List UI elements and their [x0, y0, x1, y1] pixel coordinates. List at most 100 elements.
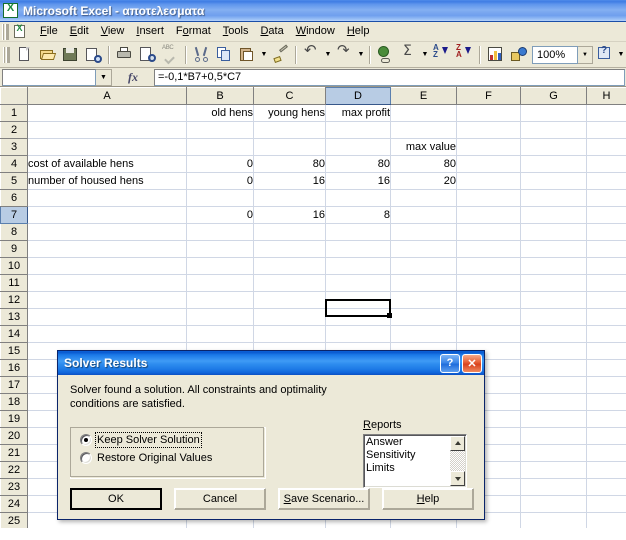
- cell-F14[interactable]: [456, 325, 521, 343]
- row-header-17[interactable]: 17: [0, 376, 28, 394]
- cell-F4[interactable]: [456, 155, 521, 173]
- cell-G18[interactable]: [520, 393, 587, 411]
- cell-F9[interactable]: [456, 240, 521, 258]
- zoom-dropdown-arrow[interactable]: ▼: [578, 45, 593, 64]
- cell-D6[interactable]: [325, 189, 391, 207]
- cell-F3[interactable]: [456, 138, 521, 156]
- paste-dropdown-arrow[interactable]: ▼: [259, 44, 269, 66]
- row-header-4[interactable]: 4: [0, 155, 28, 173]
- cell-A1[interactable]: [27, 104, 187, 122]
- cell-B9[interactable]: [186, 240, 254, 258]
- cell-A9[interactable]: [27, 240, 187, 258]
- cell-D4[interactable]: 80: [325, 155, 391, 173]
- cell-H20[interactable]: [586, 427, 626, 445]
- new-button[interactable]: [13, 44, 36, 66]
- cell-C4[interactable]: 80: [253, 155, 326, 173]
- hyperlink-button[interactable]: [374, 44, 397, 66]
- redo-button[interactable]: [333, 43, 356, 66]
- column-header-e[interactable]: E: [390, 87, 457, 105]
- insert-function-icon[interactable]: fx: [112, 70, 154, 85]
- cell-G9[interactable]: [520, 240, 587, 258]
- cell-D14[interactable]: [325, 325, 391, 343]
- print-preview-button[interactable]: [136, 44, 159, 66]
- cell-B2[interactable]: [186, 121, 254, 139]
- cut-button[interactable]: [190, 44, 213, 66]
- cell-H16[interactable]: [586, 359, 626, 377]
- cell-B12[interactable]: [186, 291, 254, 309]
- row-header-13[interactable]: 13: [0, 308, 28, 326]
- cell-E11[interactable]: [390, 274, 457, 292]
- cell-B1[interactable]: old hens: [186, 104, 254, 122]
- cell-C13[interactable]: [253, 308, 326, 326]
- cell-H15[interactable]: [586, 342, 626, 360]
- cell-H8[interactable]: [586, 223, 626, 241]
- cell-D7[interactable]: 8: [325, 206, 391, 224]
- cell-F13[interactable]: [456, 308, 521, 326]
- menu-tools[interactable]: Tools: [217, 23, 255, 40]
- cell-D10[interactable]: [325, 257, 391, 275]
- cell-E14[interactable]: [390, 325, 457, 343]
- cell-H24[interactable]: [586, 495, 626, 513]
- cell-D13[interactable]: [325, 308, 391, 326]
- radio-keep-solver-solution-button[interactable]: [80, 434, 92, 446]
- row-header-25[interactable]: 25: [0, 512, 28, 528]
- cell-H5[interactable]: [586, 172, 626, 190]
- chart-wizard-button[interactable]: [484, 44, 507, 66]
- cell-C5[interactable]: 16: [253, 172, 326, 190]
- cell-H22[interactable]: [586, 461, 626, 479]
- cell-D5[interactable]: 16: [325, 172, 391, 190]
- cell-C3[interactable]: [253, 138, 326, 156]
- cell-B5[interactable]: 0: [186, 172, 254, 190]
- column-header-g[interactable]: G: [520, 87, 587, 105]
- cell-F1[interactable]: [456, 104, 521, 122]
- cell-G6[interactable]: [520, 189, 587, 207]
- row-header-21[interactable]: 21: [0, 444, 28, 462]
- cell-E3[interactable]: max value: [390, 138, 457, 156]
- redo-dropdown-arrow[interactable]: ▼: [356, 44, 366, 66]
- cell-A5[interactable]: number of housed hens: [27, 172, 187, 190]
- cell-C11[interactable]: [253, 274, 326, 292]
- cell-C8[interactable]: [253, 223, 326, 241]
- cell-B14[interactable]: [186, 325, 254, 343]
- cell-H25[interactable]: [586, 512, 626, 528]
- radio-restore-original-values-button[interactable]: [80, 452, 92, 464]
- menu-format[interactable]: Format: [170, 23, 217, 40]
- cell-A11[interactable]: [27, 274, 187, 292]
- cell-G2[interactable]: [520, 121, 587, 139]
- cell-A14[interactable]: [27, 325, 187, 343]
- row-header-10[interactable]: 10: [0, 257, 28, 275]
- cell-G25[interactable]: [520, 512, 587, 528]
- cell-E9[interactable]: [390, 240, 457, 258]
- cell-A2[interactable]: [27, 121, 187, 139]
- cell-B4[interactable]: 0: [186, 155, 254, 173]
- cell-H2[interactable]: [586, 121, 626, 139]
- cell-F6[interactable]: [456, 189, 521, 207]
- cell-G4[interactable]: [520, 155, 587, 173]
- print-button[interactable]: [113, 44, 136, 66]
- menu-insert[interactable]: Insert: [130, 23, 170, 40]
- cell-F10[interactable]: [456, 257, 521, 275]
- toolbar-overflow-arrow[interactable]: ▼: [616, 44, 626, 66]
- menu-view[interactable]: View: [95, 23, 131, 40]
- open-button[interactable]: [36, 44, 59, 66]
- cell-E2[interactable]: [390, 121, 457, 139]
- cell-D1[interactable]: max profit: [325, 104, 391, 122]
- column-header-a[interactable]: A: [27, 87, 187, 105]
- cell-A3[interactable]: [27, 138, 187, 156]
- cell-D12[interactable]: [325, 291, 391, 309]
- cell-E10[interactable]: [390, 257, 457, 275]
- cell-H21[interactable]: [586, 444, 626, 462]
- reports-listbox[interactable]: Answer Sensitivity Limits: [363, 434, 467, 488]
- save-button[interactable]: [59, 44, 82, 66]
- save-scenario-button[interactable]: Save Scenario...: [278, 488, 370, 510]
- cell-G17[interactable]: [520, 376, 587, 394]
- cell-G14[interactable]: [520, 325, 587, 343]
- row-header-5[interactable]: 5: [0, 172, 28, 190]
- dialog-titlebar[interactable]: Solver Results ? ✕: [58, 351, 484, 375]
- cell-H9[interactable]: [586, 240, 626, 258]
- cell-F5[interactable]: [456, 172, 521, 190]
- scroll-down-arrow-icon[interactable]: [450, 471, 465, 486]
- radio-restore-original-values[interactable]: Restore Original Values: [80, 452, 265, 464]
- cell-D2[interactable]: [325, 121, 391, 139]
- cancel-button[interactable]: Cancel: [174, 488, 266, 510]
